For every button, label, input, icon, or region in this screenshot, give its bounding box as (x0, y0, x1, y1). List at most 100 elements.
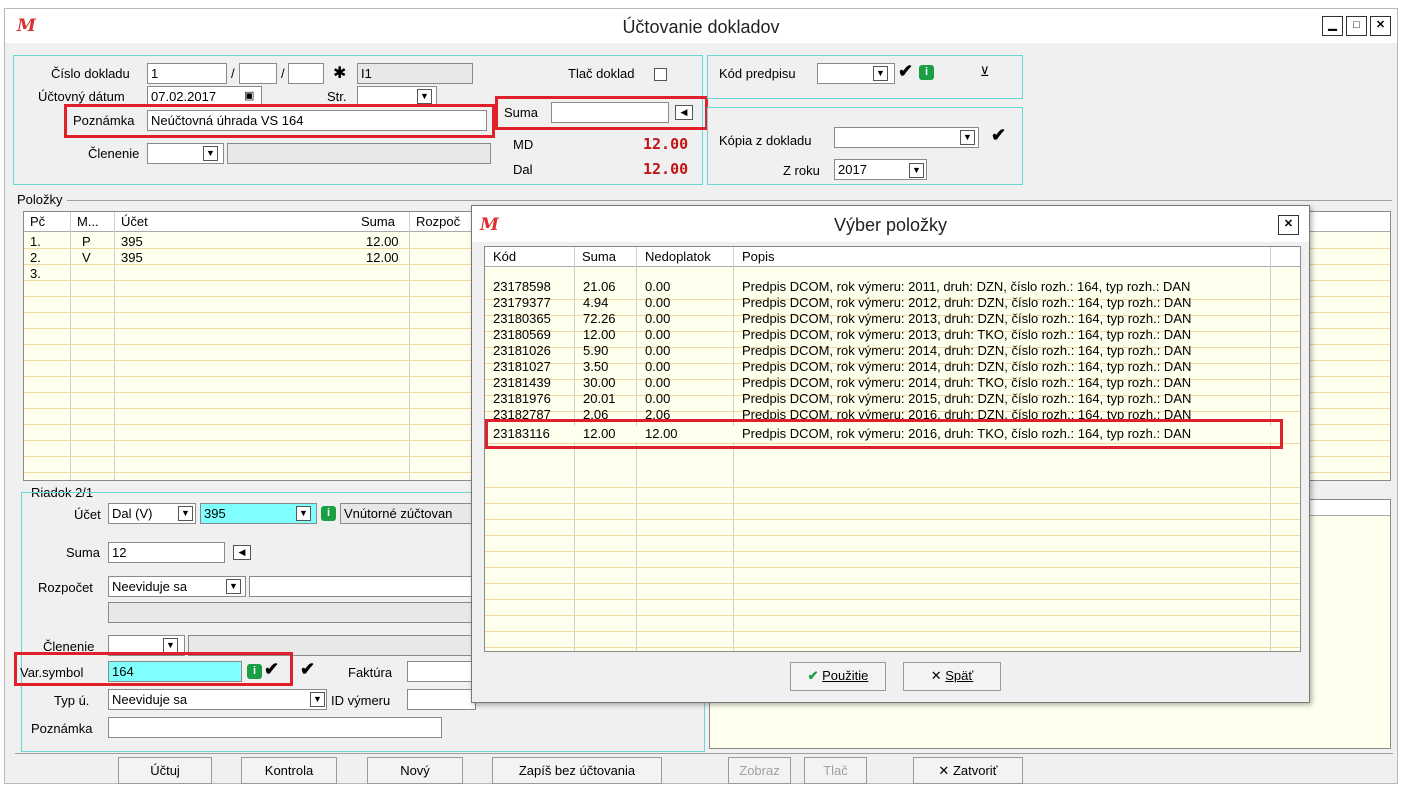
cislo-part3-input[interactable] (288, 63, 324, 84)
table-row[interactable]: 23179377 4.94 0.00 Predpis DCOM, rok výmeru… (485, 295, 1300, 311)
chevron-down-icon[interactable]: ▼ (310, 692, 325, 707)
dal-label: Dal (513, 162, 533, 177)
novy-button[interactable]: Nový (367, 757, 463, 784)
polozky-title: Položky (17, 192, 63, 207)
table-row[interactable]: 23181026 5.90 0.00 Predpis DCOM, rok výmeru… (485, 343, 1300, 359)
col-kod[interactable]: Kód (493, 249, 516, 264)
close-icon[interactable]: ✕ (1278, 215, 1299, 235)
cell-suma: 12.00 (583, 327, 616, 342)
riadok-suma-input[interactable]: 12 (108, 542, 225, 563)
cell-popis: Predpis DCOM, rok výmeru: 2014, druh: DZ… (742, 359, 1192, 374)
col-popis[interactable]: Popis (742, 249, 775, 264)
chevron-down-icon[interactable]: ▼ (873, 66, 888, 81)
cell-kod: 23181027 (493, 359, 551, 374)
chevron-down-icon[interactable]: ▼ (203, 146, 218, 161)
typ-u-select[interactable]: Neeviduje sa (108, 689, 327, 710)
col-rozpoc[interactable]: Rozpoč (416, 214, 460, 229)
chevron-down-icon[interactable]: ▼ (909, 163, 924, 178)
tlac-doklad-checkbox[interactable] (654, 68, 667, 81)
kopia-label: Kópia z dokladu (719, 133, 812, 148)
spat-button[interactable]: ✕ Späť (903, 662, 1001, 691)
zobraz-button[interactable]: Zobraz (728, 757, 791, 784)
polozky-separator (67, 200, 1392, 201)
cell-kod: 23178598 (493, 279, 551, 294)
calendar-icon[interactable]: ▣ (244, 89, 254, 102)
table-row[interactable]: 23180569 12.00 0.00 Predpis DCOM, rok výmer… (485, 327, 1300, 343)
pouzitie-label: Použitie (822, 668, 869, 683)
chevron-down-icon[interactable]: ▼ (178, 506, 193, 521)
faktura-input[interactable] (407, 661, 476, 682)
str-label: Str. (327, 89, 347, 104)
uctuj-button[interactable]: Účtuj (118, 757, 212, 784)
info-icon[interactable]: i (321, 506, 336, 521)
col-suma[interactable]: Suma (361, 214, 395, 229)
cislo-dokladu-input[interactable]: 1 (147, 63, 227, 84)
id-vymeru-label: ID výmeru (331, 693, 391, 708)
col-suma[interactable]: Suma (582, 249, 616, 264)
dialog-table[interactable]: Kód Suma Nedoplatok Popis 23178598 21.06 0… (484, 246, 1301, 652)
table-row[interactable]: 23180365 72.26 0.00 Predpis DCOM, rok výmer… (485, 311, 1300, 327)
cell-pc: 3. (30, 266, 41, 281)
arrow-left-icon[interactable]: ◀ (233, 545, 251, 560)
cell-nedoplatok: 0.00 (645, 327, 671, 342)
spat-label: Späť (945, 668, 974, 683)
chevron-down-icon[interactable]: ▼ (960, 130, 975, 145)
z-roku-label: Z roku (783, 163, 820, 178)
col-pc[interactable]: Pč (30, 214, 45, 229)
dialog-table-header: Kód Suma Nedoplatok Popis (485, 247, 1300, 267)
add-list-icon[interactable]: ⊻ (980, 64, 990, 80)
cell-ucet: 395 (121, 250, 143, 265)
col-ucet[interactable]: Účet (121, 214, 148, 229)
rozpocet-detail-input[interactable] (249, 576, 476, 597)
chevron-down-icon[interactable]: ▼ (296, 506, 311, 521)
ucet-label: Účet (74, 507, 101, 522)
cell-kod: 23181976 (493, 391, 551, 406)
cell-popis: Predpis DCOM, rok výmeru: 2013, druh: DZ… (742, 311, 1192, 326)
cislo-part2-input[interactable] (239, 63, 277, 84)
table-row[interactable]: 23181976 20.01 0.00 Predpis DCOM, rok výmer… (485, 391, 1300, 407)
md-amount: 12.00 (643, 135, 689, 153)
chevron-down-icon[interactable]: ▼ (226, 579, 241, 594)
cell-popis: Predpis DCOM, rok výmeru: 2013, druh: TK… (742, 327, 1192, 342)
tlac-button[interactable]: Tlač (804, 757, 867, 784)
zatvorit-label: Zatvoriť (952, 763, 998, 778)
generate-star-icon[interactable]: ✱ (333, 63, 346, 83)
cell-suma: 5.90 (583, 343, 609, 358)
highlight-poznamka (64, 104, 495, 138)
col-m[interactable]: M... (77, 214, 99, 229)
cell-popis: Predpis DCOM, rok výmeru: 2012, druh: DZ… (742, 295, 1192, 310)
checkmark-icon[interactable]: ✔ (898, 61, 913, 82)
riadok-poznamka-label: Poznámka (31, 721, 93, 736)
cislo-dokladu-label: Číslo dokladu (51, 66, 130, 81)
kontrola-button[interactable]: Kontrola (241, 757, 337, 784)
col-nedoplatok[interactable]: Nedoplatok (645, 249, 711, 264)
id-vymeru-input[interactable] (407, 689, 476, 710)
checkmark-add-icon[interactable]: ✔ (300, 659, 315, 680)
close-x-icon: ✕ (930, 668, 942, 683)
cell-nedoplatok: 0.00 (645, 391, 671, 406)
pouzitie-button[interactable]: ✔ Použitie (790, 662, 886, 691)
cell-nedoplatok: 0.00 (645, 311, 671, 326)
minimize-icon[interactable]: ▁ (1322, 16, 1343, 36)
maximize-icon[interactable]: □ (1346, 16, 1367, 36)
checkmark-icon: ✔ (807, 668, 819, 683)
table-row[interactable]: 23181439 30.00 0.00 Predpis DCOM, rok výmer… (485, 375, 1300, 391)
close-icon[interactable]: ✕ (1370, 16, 1391, 36)
checkmark-icon[interactable]: ✔ (991, 125, 1006, 146)
riadok-poznamka-input[interactable] (108, 717, 442, 738)
table-row[interactable]: 23181027 3.50 0.00 Predpis DCOM, rok výmeru… (485, 359, 1300, 375)
kopia-select[interactable] (834, 127, 979, 148)
table-row[interactable]: 23178598 21.06 0.00 Predpis DCOM, rok výmer… (485, 279, 1300, 295)
uctovny-datum-label: Účtovný dátum (38, 89, 125, 104)
vyber-polozky-dialog: M Výber položky ✕ Kód Suma Nedoplatok Po… (471, 205, 1310, 703)
zapis-button[interactable]: Zapíš bez účtovania (492, 757, 662, 784)
cell-kod: 23181026 (493, 343, 551, 358)
chevron-down-icon[interactable]: ▼ (163, 638, 178, 653)
info-icon[interactable]: i (919, 65, 934, 80)
kod-predpisu-label: Kód predpisu (719, 66, 796, 81)
close-x-icon: ✕ (938, 763, 950, 778)
slash-separator: / (231, 66, 235, 81)
zatvorit-button[interactable]: ✕ Zatvoriť (913, 757, 1023, 784)
chevron-down-icon[interactable]: ▼ (417, 89, 432, 104)
cell-m: P (82, 234, 91, 249)
